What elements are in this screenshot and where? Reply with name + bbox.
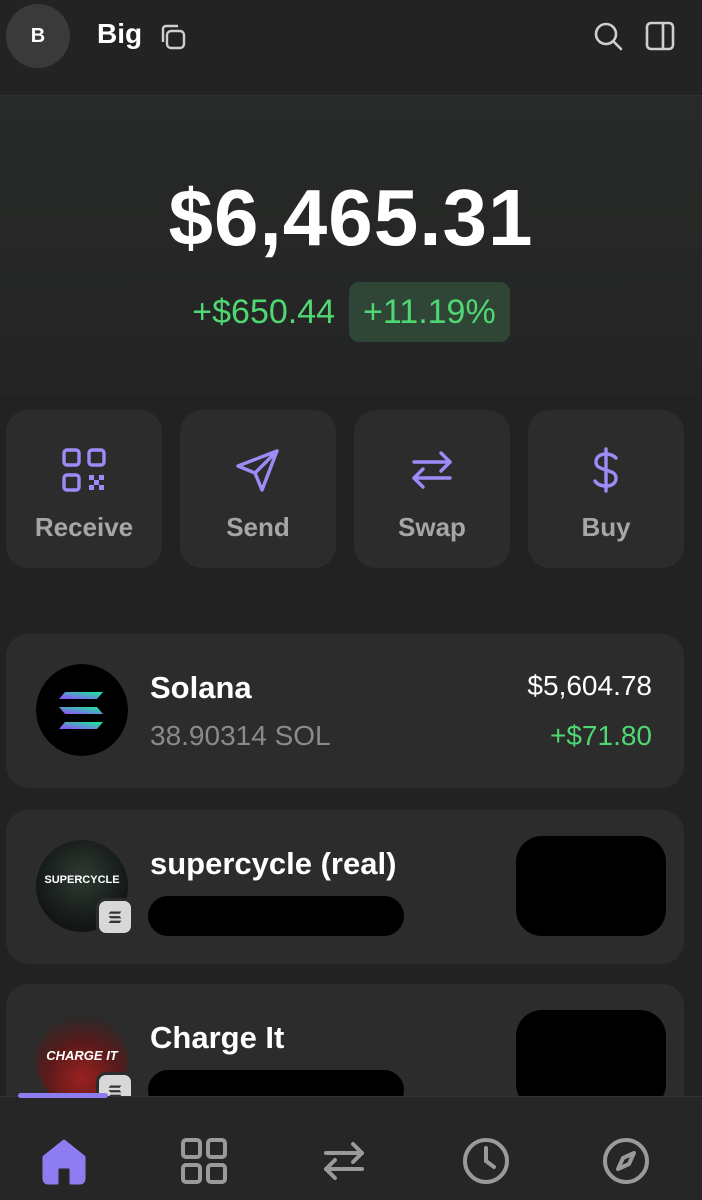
swap-icon[interactable] [318, 1135, 370, 1187]
balance-change-percent-badge: +11.19% [349, 282, 510, 342]
token-change: +$71.80 [550, 720, 652, 751]
bottom-nav [0, 1093, 702, 1200]
solana-chain-badge-icon [96, 898, 134, 936]
search-icon[interactable] [590, 18, 626, 54]
token-amount: 38.90314 SOL [150, 720, 331, 751]
total-balance: $6,465.31 [168, 173, 534, 262]
action-buttons: Receive Send Swap Buy [6, 410, 696, 568]
receive-button[interactable]: Receive [6, 410, 162, 568]
token-name: Solana [150, 670, 252, 705]
token-name: supercycle (real) [150, 846, 397, 881]
send-label: Send [226, 512, 290, 542]
explore-compass-icon[interactable] [600, 1135, 652, 1187]
buy-label: Buy [581, 512, 631, 542]
history-clock-icon[interactable] [460, 1135, 512, 1187]
buy-button[interactable]: Buy [528, 410, 684, 568]
wallet-app: B Big $6,465.31 +$650.44 +11.19% Receive… [0, 0, 702, 1200]
header: B Big [0, 0, 702, 96]
grid-icon[interactable] [178, 1135, 230, 1187]
copy-icon[interactable] [156, 20, 190, 54]
active-tab-indicator [18, 1093, 108, 1098]
solana-logo-icon [36, 664, 128, 756]
supercycle-logo-text: SUPERCYCLE [44, 874, 120, 886]
charge-it-logo-text: CHARGE IT [46, 1048, 118, 1063]
balance-change-row: +$650.44 +11.19% [0, 282, 702, 342]
token-value: $5,604.78 [527, 670, 652, 701]
swap-button[interactable]: Swap [354, 410, 510, 568]
redacted-amount [148, 896, 404, 936]
token-row-supercycle[interactable]: SUPERCYCLE supercycle (real) [6, 810, 684, 964]
account-avatar[interactable]: B [6, 4, 70, 68]
dollar-icon [593, 447, 618, 493]
balance-change-amount: +$650.44 [192, 292, 336, 331]
swap-label: Swap [398, 512, 466, 542]
swap-icon [412, 451, 452, 489]
send-icon [236, 449, 279, 492]
receive-label: Receive [34, 512, 134, 542]
token-name: Charge It [150, 1020, 285, 1055]
sidebar-panel-icon[interactable] [642, 18, 678, 54]
send-button[interactable]: Send [180, 410, 336, 568]
home-icon[interactable] [38, 1135, 90, 1187]
account-name[interactable]: Big [97, 18, 142, 50]
redacted-value [516, 1010, 666, 1110]
qr-code-icon [62, 448, 106, 492]
redacted-value [516, 836, 666, 936]
balance-section: $6,465.31 +$650.44 +11.19% [0, 96, 702, 396]
token-row-solana[interactable]: Solana 38.90314 SOL $5,604.78 +$71.80 [6, 634, 684, 788]
